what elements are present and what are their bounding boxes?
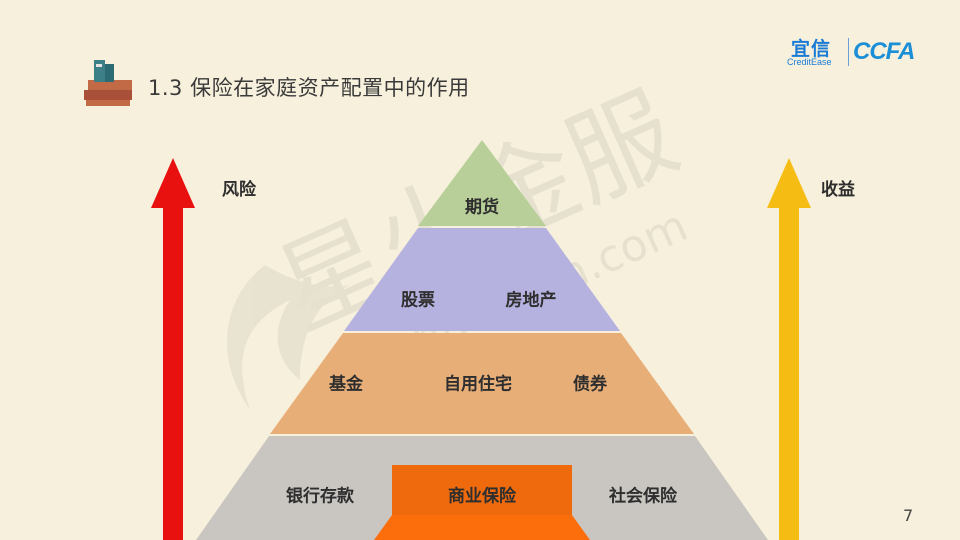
- ccfa-logo: CCFA: [853, 38, 915, 65]
- risk-arrow: [151, 158, 195, 540]
- tier4-item-commercial-insurance: 商业保险: [448, 486, 516, 507]
- tier3-item-own-housing: 自用住宅: [444, 374, 512, 395]
- tier2-item-stocks: 股票: [401, 290, 435, 311]
- tier4-item-social-insurance: 社会保险: [609, 486, 677, 507]
- pyramid-diagram: 星火金服 xinghuoyixin.com: [84, 60, 811, 540]
- tier1-item-futures: 期货: [465, 197, 499, 218]
- page-title: 1.3 保险在家庭资产配置中的作用: [148, 76, 470, 100]
- tier3-item-funds: 基金: [329, 374, 363, 395]
- tier4-item-bank-deposits: 银行存款: [286, 486, 354, 507]
- tier2-item-real-estate: 房地产: [505, 290, 557, 311]
- return-label: 收益: [821, 180, 855, 200]
- books-icon: [84, 60, 132, 106]
- risk-label: 风险: [222, 180, 256, 200]
- creditease-logo: 宜信 CreditEase: [787, 36, 847, 68]
- return-arrow: [767, 158, 811, 540]
- page-number: 7: [903, 506, 914, 525]
- tier3-item-bonds: 债券: [573, 374, 607, 395]
- logo-divider: [848, 38, 849, 66]
- commercial-insurance-base: [374, 515, 590, 540]
- logo-en: CreditEase: [787, 57, 832, 67]
- slide: 星火金服 xinghuoyixin.com: [0, 0, 960, 540]
